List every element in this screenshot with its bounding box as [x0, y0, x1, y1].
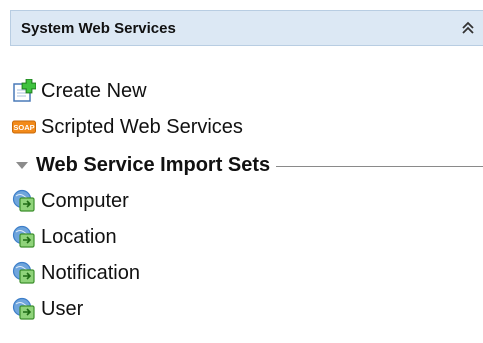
create-new-icon — [12, 79, 36, 103]
import-set-label: Notification — [41, 261, 140, 284]
section-web-service-import-sets[interactable]: Web Service Import Sets — [14, 151, 483, 179]
section-divider — [276, 165, 483, 167]
soap-icon: SOAP — [12, 115, 36, 139]
scripted-web-services-label: Scripted Web Services — [41, 115, 243, 138]
scripted-web-services-item[interactable]: SOAP Scripted Web Services — [12, 113, 243, 141]
import-set-label: User — [41, 297, 84, 320]
import-set-icon — [12, 297, 36, 321]
import-set-item-location[interactable]: Location — [12, 223, 117, 251]
import-set-icon — [12, 225, 36, 249]
import-set-item-notification[interactable]: Notification — [12, 259, 140, 287]
import-set-icon — [12, 261, 36, 285]
collapse-triangle-icon — [16, 162, 28, 169]
import-set-item-computer[interactable]: Computer — [12, 187, 129, 215]
import-set-item-user[interactable]: User — [12, 295, 83, 323]
soap-icon-text: SOAP — [13, 123, 34, 132]
import-set-label: Computer — [41, 189, 129, 212]
import-set-icon — [12, 189, 36, 213]
section-label: Web Service Import Sets — [36, 153, 271, 176]
create-new-item[interactable]: Create New — [12, 77, 147, 105]
import-set-label: Location — [41, 225, 117, 248]
navigation-list: Create New SOAP Scripted Web Services We… — [0, 0, 483, 343]
create-new-label: Create New — [41, 79, 147, 102]
